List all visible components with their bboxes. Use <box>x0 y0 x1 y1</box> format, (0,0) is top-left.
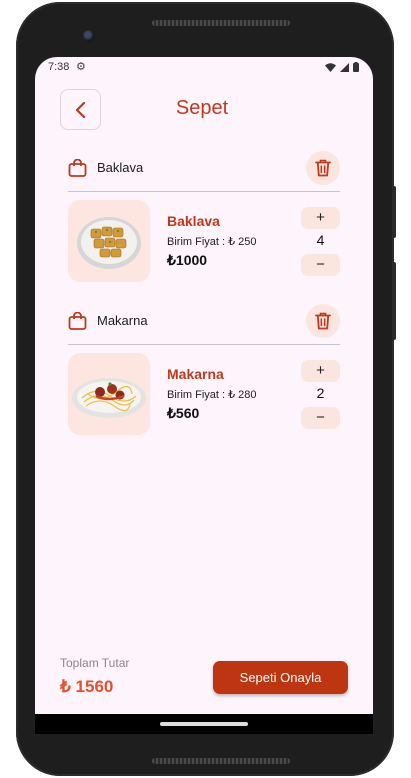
unit-price: Birim Fiyat : ₺ 280 <box>167 389 257 401</box>
earpiece-speaker <box>152 20 290 26</box>
cart-item-header: Makarna <box>68 303 340 339</box>
increase-quantity-button[interactable]: + <box>301 207 340 229</box>
cart-item-title: Baklava <box>97 160 144 175</box>
volume-button <box>392 262 396 340</box>
product-name: Makarna <box>167 366 224 382</box>
divider <box>68 344 340 345</box>
total-amount: ₺ 1560 <box>60 677 114 696</box>
trash-icon <box>315 312 331 330</box>
quantity-value: 2 <box>316 385 325 401</box>
app-screen: 7:38 ⚙ Sepet Baklava Baklava Birim Fiyat… <box>35 57 373 714</box>
product-name: Baklava <box>167 213 220 229</box>
decrease-quantity-button[interactable]: − <box>301 254 340 276</box>
product-image <box>68 353 150 435</box>
quantity-value: 4 <box>316 232 325 248</box>
baklava-image <box>77 217 141 269</box>
status-bar: 7:38 ⚙ <box>35 57 373 79</box>
chevron-left-icon <box>75 101 85 118</box>
wifi-icon <box>325 62 336 72</box>
delete-item-button[interactable] <box>306 151 340 185</box>
cart-item-header: Baklava <box>68 150 340 186</box>
status-time: 7:38 <box>48 61 70 73</box>
total-label: Toplam Tutar <box>60 656 130 670</box>
unit-price: Birim Fiyat : ₺ 250 <box>167 236 257 248</box>
power-button <box>392 186 396 238</box>
shopping-bag-icon <box>68 159 87 177</box>
back-button[interactable] <box>60 89 101 130</box>
home-gesture-handle[interactable] <box>160 722 248 726</box>
front-camera <box>83 30 95 42</box>
divider <box>68 191 340 192</box>
item-total: ₺1000 <box>167 252 208 268</box>
pasta-image <box>72 378 146 418</box>
decrease-quantity-button[interactable]: − <box>301 407 340 429</box>
shopping-bag-icon <box>68 312 87 330</box>
item-total: ₺560 <box>167 405 200 421</box>
settings-gear-icon: ⚙ <box>76 61 86 73</box>
status-icons <box>325 62 359 72</box>
bottom-speaker <box>152 758 290 764</box>
page-title: Sepet <box>175 97 229 119</box>
confirm-cart-button[interactable]: Sepeti Onayla <box>213 661 348 694</box>
battery-icon <box>353 62 359 72</box>
increase-quantity-button[interactable]: + <box>301 360 340 382</box>
cart-item-title: Makarna <box>97 313 148 328</box>
navigation-bar <box>35 714 373 734</box>
signal-icon <box>340 62 349 72</box>
trash-icon <box>315 159 331 177</box>
product-image <box>68 200 150 282</box>
delete-item-button[interactable] <box>306 304 340 338</box>
